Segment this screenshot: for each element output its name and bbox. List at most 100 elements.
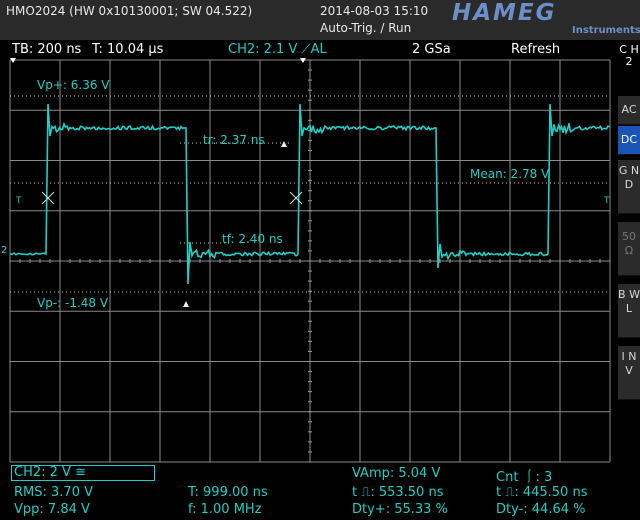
h-axis-tick <box>370 259 371 263</box>
h-axis-tick <box>570 259 571 263</box>
h-axis-tick <box>420 259 421 263</box>
h-axis-tick <box>450 259 451 263</box>
impedance-50-button[interactable]: 50 Ω <box>618 222 640 276</box>
v-axis-tick <box>308 391 312 392</box>
v-axis-tick <box>308 150 312 151</box>
v-axis-tick <box>308 80 312 81</box>
h-axis-tick <box>110 259 111 263</box>
rise-end-arrow <box>281 141 287 147</box>
h-axis-tick <box>160 259 161 263</box>
v-axis-tick <box>308 200 312 201</box>
h-axis-tick <box>300 259 301 263</box>
bandwidth-limit-button[interactable]: B W L <box>618 284 640 338</box>
v-axis-tick <box>308 401 312 402</box>
h-axis-tick <box>240 259 241 263</box>
v-axis-tick <box>308 210 312 211</box>
v-axis-tick <box>308 411 312 412</box>
side-menu-title: C H 2 <box>618 44 640 94</box>
h-axis-tick <box>430 259 431 263</box>
h-axis-tick <box>440 259 441 263</box>
v-axis-tick <box>308 120 312 121</box>
fall-start-arrow <box>183 301 189 307</box>
negative-width-readout: t ⎍: 445.50 ns <box>496 485 587 500</box>
h-axis-tick <box>410 259 411 263</box>
h-axis-tick <box>290 259 291 263</box>
h-axis-tick <box>140 259 141 263</box>
v-axis-tick <box>308 271 312 272</box>
vamp-readout: VAmp: 5.04 V <box>352 466 440 481</box>
v-axis-tick <box>308 441 312 442</box>
vp-plus-label: Vp+: 6.36 V <box>37 78 109 92</box>
h-axis-tick <box>560 259 561 263</box>
h-axis-tick <box>50 259 51 263</box>
v-axis-tick <box>308 451 312 452</box>
h-axis-tick <box>600 259 601 263</box>
v-axis-tick <box>308 160 312 161</box>
h-axis-tick <box>550 259 551 263</box>
h-axis-tick <box>520 259 521 263</box>
h-axis-tick <box>480 259 481 263</box>
rms-readout: RMS: 3.70 V <box>14 485 93 500</box>
v-axis-tick <box>308 462 312 463</box>
v-axis-tick <box>308 421 312 422</box>
v-axis-tick <box>308 220 312 221</box>
h-axis-tick <box>500 259 501 263</box>
v-axis-tick <box>308 170 312 171</box>
v-axis-tick <box>308 230 312 231</box>
trigger-marker-right: T <box>604 196 610 206</box>
h-axis-tick <box>280 259 281 263</box>
v-axis-tick <box>308 331 312 332</box>
v-axis-tick <box>308 70 312 71</box>
trigger-point-marker <box>42 192 54 204</box>
coupling-dc-button[interactable]: DC <box>618 126 640 155</box>
h-axis-tick <box>360 259 361 263</box>
h-axis-tick <box>330 259 331 263</box>
h-axis-tick <box>340 259 341 263</box>
h-axis-tick <box>350 259 351 263</box>
h-axis-tick <box>10 259 11 263</box>
positive-duty-readout: Dty+: 55.33 % <box>352 502 448 517</box>
v-axis-tick <box>308 341 312 342</box>
v-axis-tick <box>308 431 312 432</box>
channel-box-label: CH2: 2 V ≅ <box>14 465 86 480</box>
h-axis-tick <box>170 259 171 263</box>
h-axis-tick <box>580 259 581 263</box>
h-axis-tick <box>400 259 401 263</box>
v-axis-tick <box>308 351 312 352</box>
h-axis-tick <box>470 259 471 263</box>
coupling-ac-button[interactable]: AC <box>618 96 640 125</box>
h-axis-tick <box>490 259 491 263</box>
trigger-marker-left: T <box>16 196 22 206</box>
h-axis-tick <box>120 259 121 263</box>
h-axis-tick <box>390 259 391 263</box>
v-axis-tick <box>308 281 312 282</box>
invert-button[interactable]: I N V <box>618 346 640 400</box>
v-axis-tick <box>308 301 312 302</box>
h-axis-tick <box>530 259 531 263</box>
v-axis-tick <box>308 240 312 241</box>
h-axis-tick <box>60 259 61 263</box>
trigger-point-marker <box>290 192 302 204</box>
v-axis-tick <box>308 100 312 101</box>
coupling-gnd-button[interactable]: G N D <box>618 160 640 214</box>
h-axis-tick <box>590 259 591 263</box>
v-axis-tick <box>308 110 312 111</box>
h-axis-tick <box>200 259 201 263</box>
h-axis-tick <box>130 259 131 263</box>
v-axis-tick <box>308 60 312 61</box>
h-axis-tick <box>150 259 151 263</box>
channel-ground-marker[interactable]: 2 <box>1 245 7 256</box>
v-axis-tick <box>308 90 312 91</box>
v-axis-tick <box>308 381 312 382</box>
h-axis-tick <box>100 259 101 263</box>
period-readout: T: 999.00 ns <box>188 485 268 500</box>
vpp-readout: Vpp: 7.84 V <box>14 502 90 517</box>
h-axis-tick <box>20 259 21 263</box>
fall-time-label: tf: 2.40 ns <box>222 232 283 246</box>
h-axis-tick <box>460 259 461 263</box>
v-axis-tick <box>308 250 312 251</box>
v-axis-tick <box>308 311 312 312</box>
h-axis-tick <box>320 259 321 263</box>
h-axis-tick <box>80 259 81 263</box>
rise-time-label: tr: 2.37 ns <box>203 133 265 147</box>
